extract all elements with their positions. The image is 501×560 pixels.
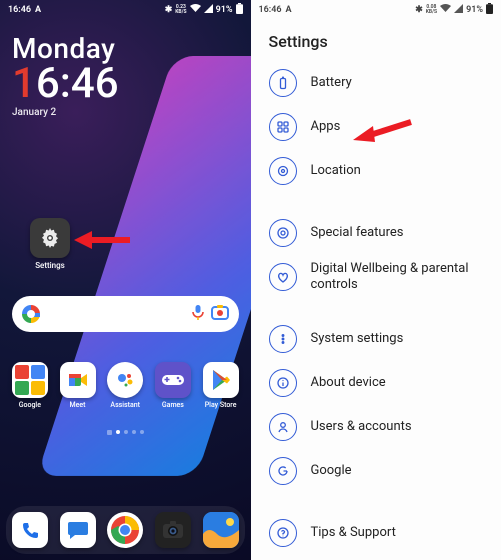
network-speed: 0.08 KB/S — [426, 5, 437, 15]
settings-item-label: Apps — [311, 119, 341, 135]
games-icon — [155, 362, 191, 398]
page-dot — [107, 430, 112, 435]
status-time: 16:46 — [259, 5, 282, 15]
settings-item-label: Users & accounts — [311, 419, 412, 435]
dock-camera[interactable] — [151, 512, 195, 548]
camera-icon — [155, 512, 191, 548]
wifi-icon — [190, 4, 201, 16]
page-dot — [116, 430, 120, 434]
battery-pct: 91% — [216, 5, 233, 15]
app-google-folder[interactable]: Google — [8, 362, 52, 409]
settings-item-tips[interactable]: Tips & Support — [269, 511, 488, 555]
dock-phone[interactable] — [8, 512, 52, 548]
signal-icon — [454, 4, 463, 16]
google-logo-icon — [22, 305, 40, 323]
heart-icon — [269, 263, 297, 291]
apps-icon — [269, 113, 297, 141]
time-rest: 6:46 — [36, 59, 119, 108]
settings-item-label: System settings — [311, 331, 404, 347]
time-hour-accent: 1 — [12, 59, 36, 108]
signal-icon — [204, 4, 213, 16]
settings-item-about[interactable]: About device — [269, 361, 488, 405]
settings-item-battery[interactable]: Battery — [269, 61, 488, 105]
app-label: Google — [19, 401, 41, 409]
app-label: Games — [162, 401, 184, 409]
assistant-icon — [107, 362, 143, 398]
settings-item-digital-wellbeing[interactable]: Digital Wellbeing & parental controls — [269, 255, 488, 299]
google-g-icon — [269, 457, 297, 485]
app-meet[interactable]: Meet — [56, 362, 100, 409]
messages-icon — [60, 512, 96, 548]
settings-item-label: Special features — [311, 225, 404, 241]
network-speed: 0.23 KB/S — [175, 5, 186, 15]
dock-messages[interactable] — [56, 512, 100, 548]
app-games[interactable]: Games — [151, 362, 195, 409]
clock-widget[interactable]: Monday 16:46 January 2 — [0, 18, 251, 118]
play-store-icon — [203, 362, 239, 398]
lens-icon[interactable] — [211, 304, 229, 324]
settings-item-system[interactable]: System settings — [269, 317, 488, 361]
dock — [6, 506, 245, 554]
dock-chrome[interactable] — [103, 512, 147, 548]
google-search-bar[interactable] — [12, 296, 239, 332]
user-icon — [269, 413, 297, 441]
status-app-icon: A — [286, 5, 292, 15]
gear-icon — [30, 218, 70, 258]
special-features-icon — [269, 219, 297, 247]
battery-icon — [269, 69, 297, 97]
location-icon — [269, 157, 297, 185]
chrome-icon — [107, 512, 143, 548]
date: January 2 — [12, 107, 251, 118]
settings-item-label: Battery — [311, 75, 352, 91]
photos-icon — [203, 512, 239, 548]
page-dot — [132, 430, 136, 434]
app-assistant[interactable]: Assistant — [103, 362, 147, 409]
time: 16:46 — [12, 63, 251, 105]
settings-screen: 16:46 A ✱ 0.08 KB/S 91% Settings Battery… — [251, 0, 501, 560]
settings-item-label: Google — [311, 463, 352, 479]
status-time: 16:46 — [8, 5, 31, 15]
annotation-arrow-settings — [74, 228, 130, 252]
mic-icon[interactable] — [191, 304, 205, 324]
battery-pct: 91% — [466, 5, 483, 15]
page-dot — [124, 430, 128, 434]
app-settings[interactable]: Settings — [30, 218, 70, 270]
wifi-icon — [440, 4, 451, 16]
bluetooth-icon: ✱ — [165, 5, 173, 15]
annotation-arrow-apps — [351, 116, 415, 146]
battery-icon — [236, 3, 243, 17]
page-title: Settings — [251, 18, 501, 61]
app-play-store[interactable]: Play Store — [199, 362, 243, 409]
settings-item-users[interactable]: Users & accounts — [269, 405, 488, 449]
settings-item-location[interactable]: Location — [269, 149, 488, 193]
bluetooth-icon: ✱ — [415, 5, 423, 15]
meet-icon — [60, 362, 96, 398]
folder-icon — [12, 362, 48, 398]
app-label: Play Store — [205, 401, 237, 409]
status-bar: 16:46 A ✱ 0.08 KB/S 91% — [251, 0, 501, 18]
settings-item-label: About device — [311, 375, 386, 391]
settings-item-google[interactable]: Google — [269, 449, 488, 493]
dock-photos[interactable] — [199, 512, 243, 548]
app-label: Assistant — [110, 401, 140, 409]
status-app-icon: A — [35, 5, 41, 15]
system-icon — [269, 325, 297, 353]
app-label: Meet — [70, 401, 86, 409]
settings-item-label: Tips & Support — [311, 525, 396, 541]
info-icon — [269, 369, 297, 397]
settings-item-label: Digital Wellbeing & parental controls — [311, 261, 488, 294]
battery-icon — [486, 3, 493, 17]
phone-icon — [12, 512, 48, 548]
page-dot — [140, 430, 144, 434]
home-screen: 16:46 A ✱ 0.23 KB/S 91% Monday 16:46 Jan… — [0, 0, 251, 560]
question-icon — [269, 519, 297, 547]
settings-item-label: Location — [311, 163, 361, 179]
page-indicator[interactable] — [0, 430, 251, 435]
app-settings-label: Settings — [35, 261, 65, 270]
status-bar: 16:46 A ✱ 0.23 KB/S 91% — [0, 0, 251, 18]
settings-item-special-features[interactable]: Special features — [269, 211, 488, 255]
